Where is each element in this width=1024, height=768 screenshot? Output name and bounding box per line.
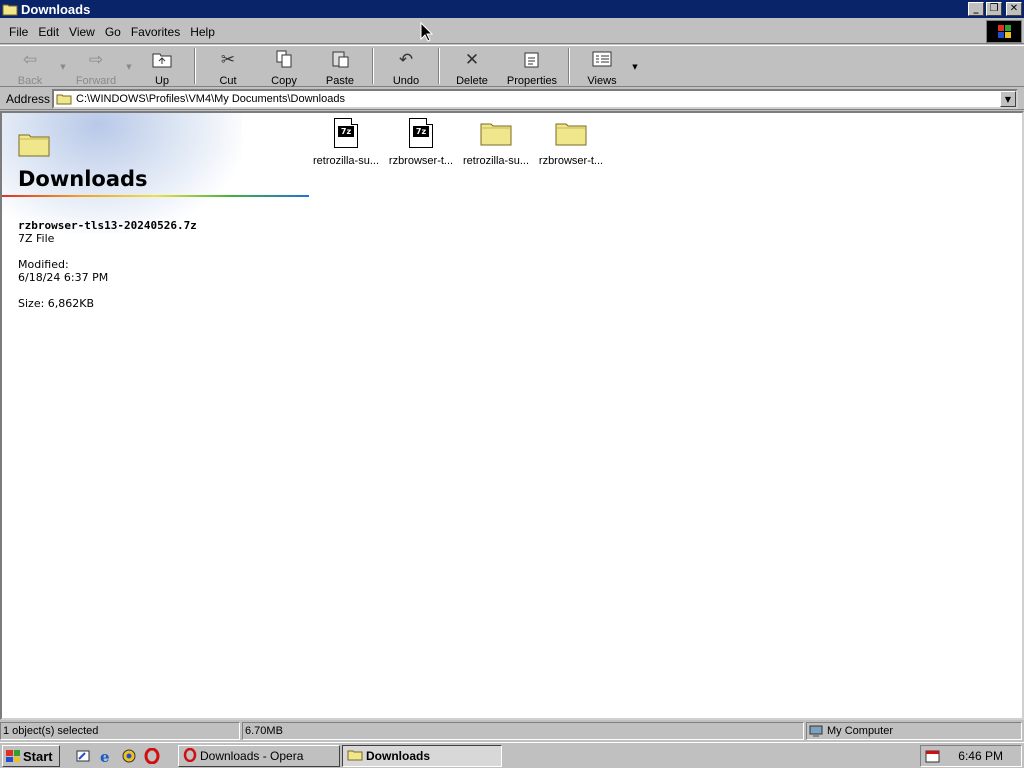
scheduler-icon[interactable] bbox=[925, 748, 941, 764]
selected-file-type: 7Z File bbox=[18, 232, 55, 245]
window-controls: _ ❐ ✕ bbox=[968, 2, 1022, 16]
folder-view[interactable]: Downloads rzbrowser-tls13-20240526.7z 7Z… bbox=[0, 111, 1024, 720]
menu-go[interactable]: Go bbox=[100, 23, 126, 41]
menu-help[interactable]: Help bbox=[185, 23, 220, 41]
undo-button[interactable]: ↶ Undo bbox=[378, 46, 434, 87]
views-dropdown[interactable]: ▼ bbox=[630, 46, 640, 86]
start-button[interactable]: Start bbox=[2, 745, 60, 767]
folder-item[interactable]: retrozilla-su... bbox=[458, 116, 534, 167]
windows-logo-icon bbox=[6, 750, 20, 762]
windows-logo-icon bbox=[986, 20, 1022, 43]
folder-icon bbox=[480, 116, 512, 150]
status-zone: My Computer bbox=[806, 722, 1022, 740]
folder-icon bbox=[56, 93, 72, 105]
copy-button[interactable]: Copy bbox=[256, 46, 312, 87]
taskbar-button-opera[interactable]: Downloads - Opera bbox=[178, 745, 340, 767]
selection-info-panel: rzbrowser-tls13-20240526.7z 7Z File Modi… bbox=[18, 219, 197, 310]
folder-icon bbox=[555, 116, 587, 150]
selected-file-size: Size: 6,862KB bbox=[18, 297, 95, 310]
restore-button[interactable]: ❐ bbox=[986, 2, 1002, 16]
address-input[interactable]: C:\WINDOWS\Profiles\VM4\My Documents\Dow… bbox=[52, 89, 1018, 109]
back-button[interactable]: ⇦ Back bbox=[2, 46, 58, 87]
properties-button[interactable]: Properties bbox=[500, 46, 564, 87]
computer-icon bbox=[809, 725, 823, 737]
views-icon bbox=[591, 49, 613, 71]
file-label: retrozilla-su... bbox=[312, 155, 380, 167]
paste-button[interactable]: Paste bbox=[312, 46, 368, 87]
taskbar-button-downloads[interactable]: Downloads bbox=[342, 745, 502, 767]
taskbar: Start e Downloads - Opera Downloads 6:46… bbox=[0, 742, 1024, 768]
toolbar-separator bbox=[372, 48, 374, 84]
minimize-button[interactable]: _ bbox=[968, 2, 984, 16]
folder-icon bbox=[2, 2, 18, 16]
address-path: C:\WINDOWS\Profiles\VM4\My Documents\Dow… bbox=[76, 93, 345, 105]
up-folder-icon bbox=[151, 49, 173, 71]
views-button[interactable]: Views bbox=[574, 46, 630, 87]
folder-item[interactable]: rzbrowser-t... bbox=[533, 116, 609, 167]
status-size: 6.70MB bbox=[242, 722, 804, 740]
forward-dropdown[interactable]: ▼ bbox=[124, 46, 134, 86]
zone-label: My Computer bbox=[827, 725, 894, 737]
close-button[interactable]: ✕ bbox=[1006, 2, 1022, 16]
address-dropdown-button[interactable]: ▼ bbox=[1000, 91, 1016, 107]
modified-label: Modified: bbox=[18, 258, 69, 271]
undo-icon: ↶ bbox=[398, 50, 414, 70]
folder-label: rzbrowser-t... bbox=[538, 155, 604, 167]
7z-file-icon: 7z bbox=[330, 116, 362, 150]
properties-icon bbox=[522, 49, 542, 71]
file-item[interactable]: 7z retrozilla-su... bbox=[308, 116, 384, 167]
selected-file-name: rzbrowser-tls13-20240526.7z bbox=[18, 219, 197, 232]
toolbar-separator bbox=[568, 48, 570, 84]
toolbar-separator bbox=[194, 48, 196, 84]
title-bar[interactable]: Downloads _ ❐ ✕ bbox=[0, 0, 1024, 18]
folder-label: retrozilla-su... bbox=[462, 155, 530, 167]
menu-view[interactable]: View bbox=[64, 23, 100, 41]
cut-button[interactable]: ✂ Cut bbox=[200, 46, 256, 87]
clipboard-icon bbox=[330, 49, 350, 71]
delete-button[interactable]: ✕ Delete bbox=[444, 46, 500, 87]
address-label: Address bbox=[6, 91, 51, 106]
channels-icon[interactable] bbox=[120, 747, 138, 765]
menu-file[interactable]: File bbox=[4, 23, 33, 41]
menu-favorites[interactable]: Favorites bbox=[126, 23, 185, 41]
forward-button[interactable]: ⇨ Forward bbox=[68, 46, 124, 87]
status-selection: 1 object(s) selected bbox=[0, 722, 240, 740]
internet-explorer-icon[interactable]: e bbox=[97, 747, 115, 765]
folder-icon bbox=[18, 131, 50, 157]
heading-divider bbox=[2, 195, 309, 197]
status-bar: 1 object(s) selected 6.70MB My Computer bbox=[0, 721, 1024, 741]
opera-icon[interactable] bbox=[143, 747, 161, 765]
standard-toolbar: ⇦ Back ▼ ⇨ Forward ▼ Up ✂ Cut Copy Paste… bbox=[0, 45, 1024, 87]
show-desktop-icon[interactable] bbox=[74, 747, 92, 765]
opera-icon bbox=[183, 747, 197, 765]
forward-arrow-icon: ⇨ bbox=[88, 50, 104, 70]
back-arrow-icon: ⇦ bbox=[22, 50, 38, 70]
folder-heading: Downloads bbox=[18, 167, 148, 191]
file-item[interactable]: 7z rzbrowser-t... bbox=[383, 116, 459, 167]
modified-value: 6/18/24 6:37 PM bbox=[18, 271, 109, 284]
7z-file-icon: 7z bbox=[405, 116, 437, 150]
copy-icon bbox=[274, 49, 294, 71]
system-tray: 6:46 PM bbox=[920, 745, 1022, 767]
up-button[interactable]: Up bbox=[134, 46, 190, 87]
address-bar: Address C:\WINDOWS\Profiles\VM4\My Docum… bbox=[0, 88, 1024, 110]
svg-text:e: e bbox=[100, 748, 110, 764]
file-label: rzbrowser-t... bbox=[388, 155, 454, 167]
toolbar-separator bbox=[438, 48, 440, 84]
menu-bar: File Edit View Go Favorites Help bbox=[0, 20, 1024, 44]
back-dropdown[interactable]: ▼ bbox=[58, 46, 68, 86]
window-title: Downloads bbox=[21, 1, 91, 17]
scissors-icon: ✂ bbox=[220, 50, 236, 70]
clock[interactable]: 6:46 PM bbox=[958, 749, 1003, 763]
delete-x-icon: ✕ bbox=[464, 50, 480, 70]
folder-icon bbox=[347, 749, 363, 764]
menu-edit[interactable]: Edit bbox=[33, 23, 64, 41]
